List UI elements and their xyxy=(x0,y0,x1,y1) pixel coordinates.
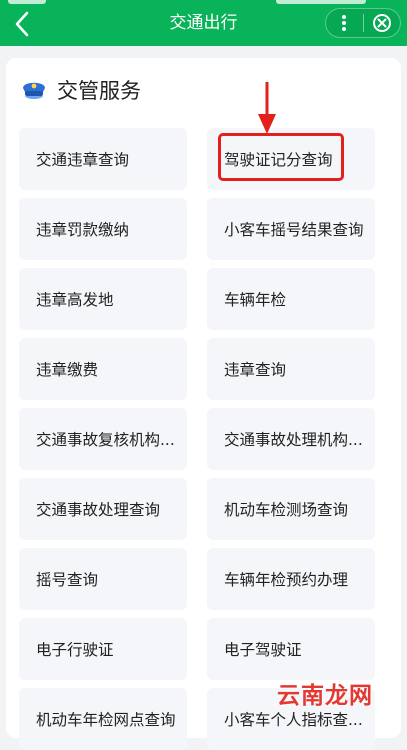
service-label: 交通违章查询 xyxy=(36,151,130,169)
service-label: 交通事故复核机构... xyxy=(36,431,175,449)
section-header: 交管服务 xyxy=(19,72,141,108)
watermark: 云南龙网 xyxy=(277,683,373,709)
service-label: 电子驾驶证 xyxy=(224,641,302,659)
service-tile-annual-inspection[interactable]: 车辆年检 xyxy=(207,268,375,330)
service-tile-traffic-violation-query[interactable]: 交通违章查询 xyxy=(19,128,187,190)
service-tile-lottery-query[interactable]: 摇号查询 xyxy=(19,548,187,610)
status-bar-remnant xyxy=(276,0,366,4)
service-tile-fine-payment[interactable]: 违章罚款缴纳 xyxy=(19,198,187,260)
nav-bar: 交通出行 xyxy=(0,0,407,46)
police-cap-icon xyxy=(23,82,45,99)
service-label: 交通事故处理查询 xyxy=(36,501,161,519)
close-button[interactable] xyxy=(364,9,401,37)
service-tile-inspection-station-query[interactable]: 机动车检测场查询 xyxy=(207,478,375,540)
service-tile-accident-handling-agency[interactable]: 交通事故处理机构... xyxy=(207,408,375,470)
service-tile-e-vehicle-license[interactable]: 电子行驶证 xyxy=(19,618,187,680)
chevron-left-icon xyxy=(15,11,29,37)
service-tile-violation-query[interactable]: 违章查询 xyxy=(207,338,375,400)
service-label: 小客车个人指标查... xyxy=(224,711,363,729)
more-vertical-icon xyxy=(342,15,347,31)
service-label: 摇号查询 xyxy=(36,571,99,589)
service-label: 违章查询 xyxy=(224,361,287,379)
service-label: 违章高发地 xyxy=(36,291,114,309)
miniprogram-capsule xyxy=(325,8,401,38)
service-tile-e-driver-license[interactable]: 电子驾驶证 xyxy=(207,618,375,680)
service-tile-violation-hotspots[interactable]: 违章高发地 xyxy=(19,268,187,330)
more-button[interactable] xyxy=(326,9,363,37)
service-tile-inspection-outlet-query[interactable]: 机动车年检网点查询 xyxy=(19,688,187,750)
service-tile-lottery-result-query[interactable]: 小客车摇号结果查询 xyxy=(207,198,375,260)
service-tile-accident-review-agency[interactable]: 交通事故复核机构... xyxy=(19,408,187,470)
service-label: 违章罚款缴纳 xyxy=(36,221,130,239)
back-button[interactable] xyxy=(4,6,40,42)
section-title: 交管服务 xyxy=(57,79,141,103)
annotation-highlight-box xyxy=(218,133,344,181)
service-label: 车辆年检 xyxy=(224,291,287,309)
close-circle-icon xyxy=(372,14,391,32)
service-label: 车辆年检预约办理 xyxy=(224,571,349,589)
annotation-arrow-icon xyxy=(258,82,276,134)
service-label: 小客车摇号结果查询 xyxy=(224,221,364,239)
service-label: 电子行驶证 xyxy=(36,641,114,659)
status-bar-remnant xyxy=(8,0,46,4)
service-tile-accident-handling-query[interactable]: 交通事故处理查询 xyxy=(19,478,187,540)
service-label: 机动车年检网点查询 xyxy=(36,711,176,729)
service-label: 机动车检测场查询 xyxy=(224,501,349,519)
service-label: 交通事故处理机构... xyxy=(224,431,363,449)
service-tile-inspection-booking[interactable]: 车辆年检预约办理 xyxy=(207,548,375,610)
service-label: 违章缴费 xyxy=(36,361,99,379)
service-tile-violation-payment[interactable]: 违章缴费 xyxy=(19,338,187,400)
